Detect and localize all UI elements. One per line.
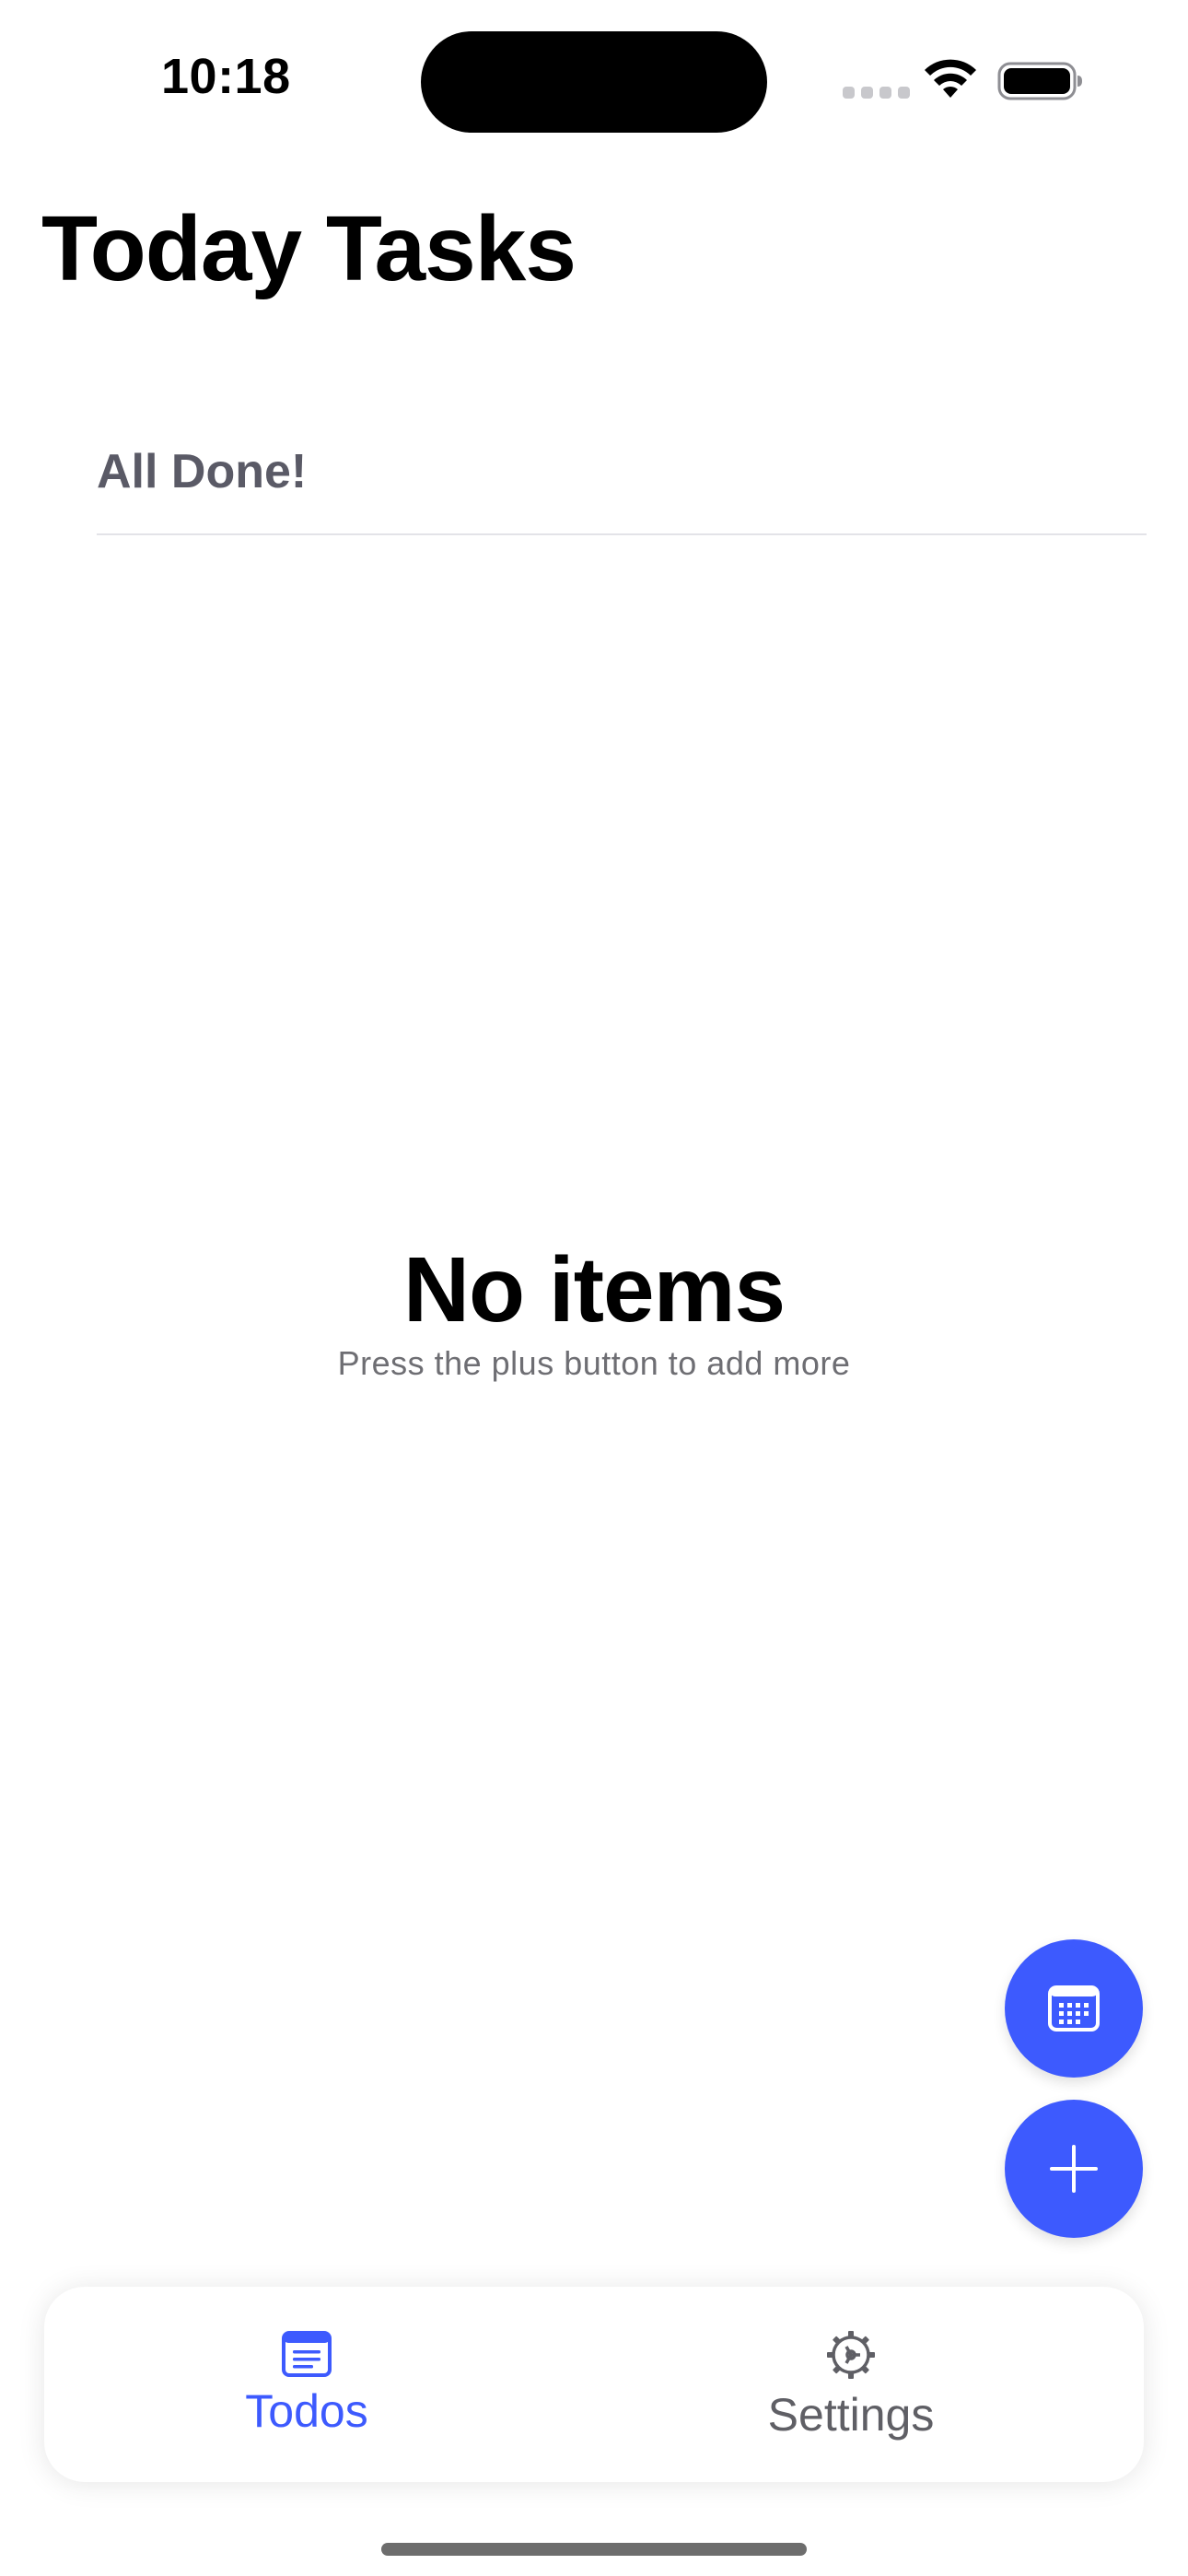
cellular-signal-icon [843,87,910,99]
empty-state: No items Press the plus button to add mo… [0,1239,1188,1383]
calendar-button[interactable] [1005,1939,1143,2078]
tab-bar: Todos Settings [44,2287,1144,2482]
add-task-button[interactable] [1005,2100,1143,2238]
tab-settings-label: Settings [767,2389,935,2441]
calendar-icon [1048,1985,1100,2032]
dynamic-island [421,31,767,133]
tab-settings[interactable]: Settings [594,2287,1144,2482]
gear-icon [827,2331,875,2379]
battery-full-icon [997,62,1082,100]
section-divider [97,533,1147,535]
empty-state-title: No items [402,1238,786,1341]
empty-state-subtitle: Press the plus button to add more [337,1344,851,1382]
section-header: All Done! [97,445,308,498]
tab-todos-label: Todos [245,2385,368,2437]
list-icon [282,2331,332,2377]
status-time: 10:18 [161,49,291,104]
page-title: Today Tasks [41,197,577,300]
home-indicator[interactable] [381,2543,807,2556]
plus-icon [1050,2145,1098,2193]
wifi-icon [925,59,976,98]
tab-todos[interactable]: Todos [44,2287,594,2482]
status-bar: 10:18 [0,0,1188,147]
